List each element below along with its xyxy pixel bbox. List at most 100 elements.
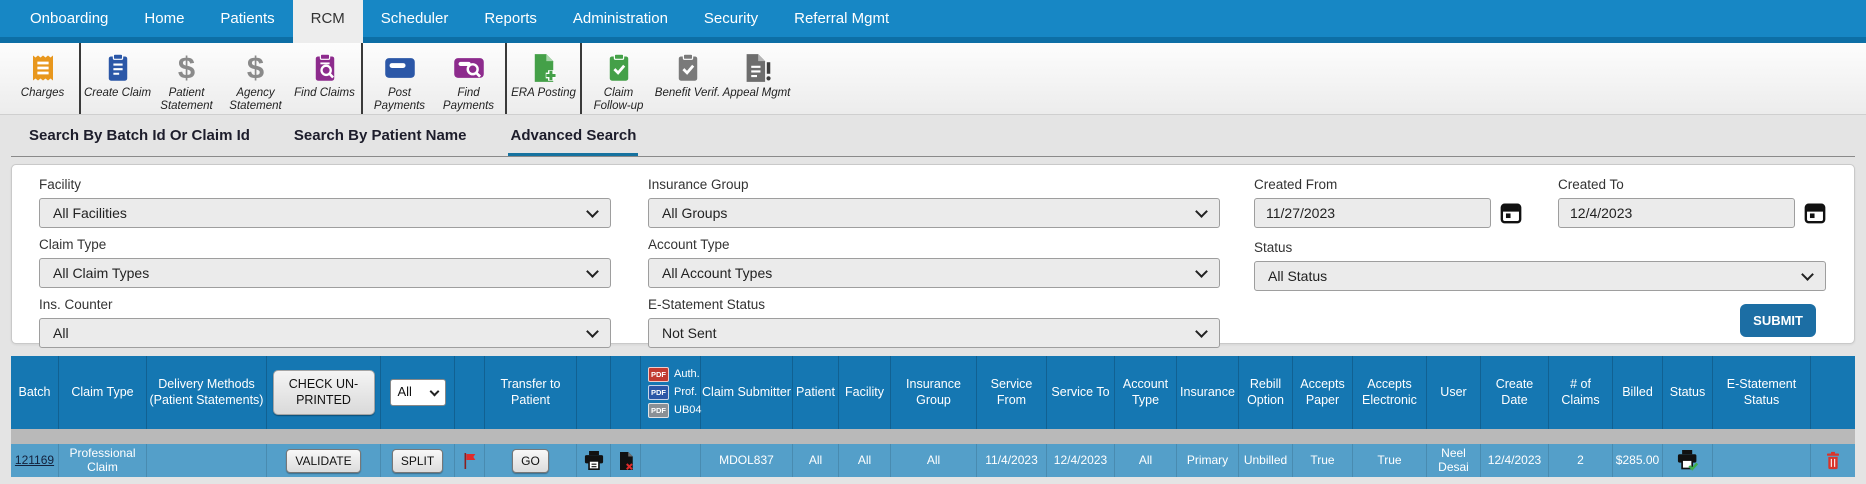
col-header-flag <box>455 356 485 429</box>
facility-cell: All <box>839 444 891 477</box>
col-header-accepts-electronic: Accepts Electronic <box>1353 356 1427 429</box>
col-header-delete <box>1811 356 1855 429</box>
col-header-service-from: Service From <box>977 356 1047 429</box>
col-header-billed: Billed <box>1613 356 1663 429</box>
calendar-icon[interactable] <box>1500 202 1522 224</box>
pdf-prof-link[interactable]: PDF Prof. <box>648 385 697 400</box>
nav-item-administration[interactable]: Administration <box>555 0 686 37</box>
col-header-insurance-group: Insurance Group <box>891 356 977 429</box>
top-nav: Onboarding Home Patients RCM Scheduler R… <box>0 0 1866 43</box>
estatement-status-cell <box>1713 444 1811 477</box>
toolbar-item-find-claims[interactable]: Find Claims <box>290 43 359 114</box>
pdf-ub04-label: UB04 <box>674 403 702 416</box>
batch-link[interactable]: 121169 <box>15 453 54 467</box>
service-to-cell: 12/4/2023 <box>1047 444 1115 477</box>
split-cell: SPLIT <box>381 444 455 477</box>
toolbar-item-create-claim[interactable]: Create Claim <box>83 43 152 114</box>
pdf-icon: PDF <box>648 403 669 418</box>
col-header-num-claims: # of Claims <box>1549 356 1613 429</box>
document-remove-icon[interactable] <box>611 444 641 477</box>
go-button[interactable]: GO <box>512 448 549 473</box>
claims-batch-table: Batch Claim Type Delivery Methods (Patie… <box>11 356 1855 477</box>
toolbar-item-benefit-verif[interactable]: Benefit Verif. <box>653 43 722 114</box>
delivery-methods-cell <box>147 444 267 477</box>
col-header-estatement-status: E-Statement Status <box>1713 356 1811 429</box>
flag-icon[interactable] <box>455 444 485 477</box>
toolbar-item-label: Create Claim <box>83 87 152 99</box>
created-to-label: Created To <box>1558 177 1624 192</box>
header-filter-select[interactable]: All <box>389 379 446 406</box>
table-row: 121169 Professional Claim VALIDATE SPLIT… <box>11 444 1855 477</box>
ins-counter-select[interactable]: All <box>39 318 611 348</box>
col-header-rebill-option: Rebill Option <box>1239 356 1293 429</box>
tab-search-by-patient-name[interactable]: Search By Patient Name <box>292 127 469 156</box>
toolbar-item-appeal-mgmt[interactable]: Appeal Mgmt <box>722 43 791 114</box>
pdf-auth-link[interactable]: PDF Auth. <box>648 367 700 382</box>
nav-item-scheduler[interactable]: Scheduler <box>363 0 467 37</box>
insurance-group-value: All Groups <box>662 205 728 221</box>
nav-item-home[interactable]: Home <box>126 0 202 37</box>
claim-type-select[interactable]: All Claim Types <box>39 258 611 288</box>
toolbar-item-agency-statement[interactable]: $ Agency Statement <box>221 43 290 114</box>
printer-success-icon[interactable] <box>1663 444 1713 477</box>
col-header-status: Status <box>1663 356 1713 429</box>
nav-item-security[interactable]: Security <box>686 0 776 37</box>
nav-item-reports[interactable]: Reports <box>466 0 555 37</box>
user-cell: Neel Desai <box>1427 444 1481 477</box>
calendar-icon[interactable] <box>1804 202 1826 224</box>
toolbar-separator <box>361 43 363 114</box>
toolbar-item-era-posting[interactable]: ERA Posting <box>509 43 578 114</box>
advanced-search-panel: Facility All Facilities Claim Type All C… <box>11 164 1855 348</box>
nav-item-rcm[interactable]: RCM <box>292 0 363 43</box>
pdf-ub04-link[interactable]: PDF UB04 <box>648 403 702 418</box>
dollar-icon: $ <box>177 50 196 86</box>
tab-advanced-search[interactable]: Advanced Search <box>508 127 639 156</box>
status-value: All Status <box>1268 268 1328 284</box>
toolbar-separator <box>580 43 582 114</box>
toolbar-item-charges[interactable]: Charges <box>8 43 77 114</box>
service-from-cell: 11/4/2023 <box>977 444 1047 477</box>
pdf-icon: PDF <box>648 385 669 400</box>
check-unprinted-button[interactable]: CHECK UN-PRINTED <box>272 369 375 416</box>
insurance-cell: Primary <box>1177 444 1239 477</box>
header-filter-value: All <box>397 384 412 400</box>
split-button[interactable]: SPLIT <box>391 448 444 473</box>
col-header-service-to: Service To <box>1047 356 1115 429</box>
insurance-group-select[interactable]: All Groups <box>648 198 1220 228</box>
validate-button[interactable]: VALIDATE <box>286 448 361 473</box>
chevron-down-icon <box>429 386 439 396</box>
col-header-account-type: Account Type <box>1115 356 1177 429</box>
receipt-icon <box>28 50 58 86</box>
toolbar-item-claim-follow-up[interactable]: Claim Follow-up <box>584 43 653 114</box>
estatement-status-label: E-Statement Status <box>648 297 766 312</box>
nav-item-referral-mgmt[interactable]: Referral Mgmt <box>776 0 907 37</box>
nav-item-onboarding[interactable]: Onboarding <box>12 0 126 37</box>
toolbar-item-post-payments[interactable]: Post Payments <box>365 43 434 114</box>
created-from-input[interactable]: 11/27/2023 <box>1254 198 1491 228</box>
submit-button[interactable]: SUBMIT <box>1740 304 1816 337</box>
tab-search-by-batch-or-claim-id[interactable]: Search By Batch Id Or Claim Id <box>27 127 252 156</box>
created-to-input[interactable]: 12/4/2023 <box>1558 198 1795 228</box>
chevron-down-icon <box>586 204 599 218</box>
claim-type-label: Claim Type <box>39 237 107 252</box>
chevron-down-icon <box>1195 264 1208 278</box>
trash-icon[interactable] <box>1811 444 1855 477</box>
printer-icon[interactable] <box>577 444 611 477</box>
estatement-status-select[interactable]: Not Sent <box>648 318 1220 348</box>
pdf-icon: PDF <box>648 367 669 382</box>
col-header-claim-type: Claim Type <box>59 356 147 429</box>
insurance-group-label: Insurance Group <box>648 177 749 192</box>
toolbar-item-find-payments[interactable]: Find Payments <box>434 43 503 114</box>
status-select[interactable]: All Status <box>1254 261 1826 291</box>
facility-select[interactable]: All Facilities <box>39 198 611 228</box>
table-divider-strip <box>11 429 1855 444</box>
account-type-select[interactable]: All Account Types <box>648 258 1220 288</box>
chevron-down-icon <box>586 324 599 338</box>
col-header-filter: All <box>381 356 455 429</box>
claim-type-value: All Claim Types <box>53 265 150 281</box>
status-label: Status <box>1254 240 1293 255</box>
nav-item-patients[interactable]: Patients <box>202 0 292 37</box>
col-header-insurance: Insurance <box>1177 356 1239 429</box>
toolbar-item-patient-statement[interactable]: $ Patient Statement <box>152 43 221 114</box>
toolbar-item-label: ERA Posting <box>511 87 576 99</box>
